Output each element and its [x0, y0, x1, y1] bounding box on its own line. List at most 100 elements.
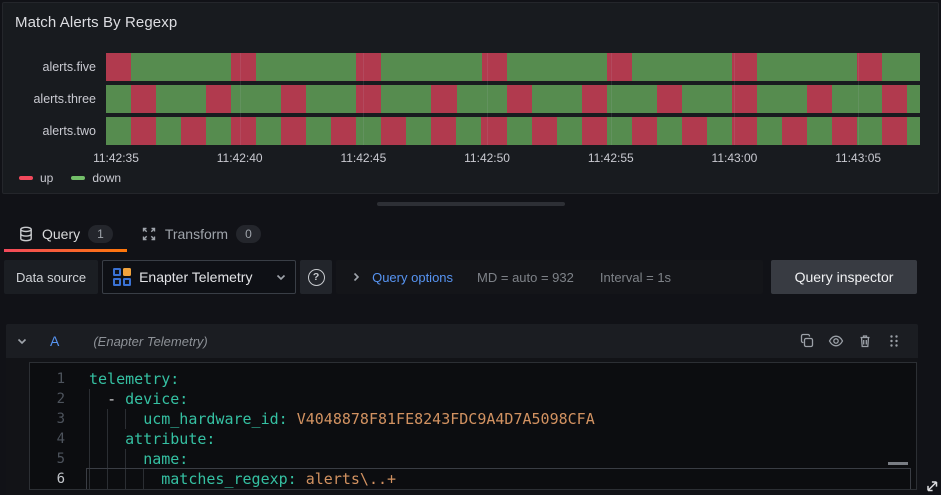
state-segment-up — [281, 85, 307, 113]
query-row-header[interactable]: A (Enapter Telemetry) — [6, 324, 918, 358]
query-toolbar: Data source Enapter Telemetry ? Query op… — [4, 260, 917, 294]
state-segment-down — [806, 117, 832, 145]
tab-query-count-badge: 1 — [88, 225, 113, 243]
state-segment-up — [531, 117, 557, 145]
tab-query[interactable]: Query 1 — [4, 216, 127, 252]
legend-label: up — [40, 171, 54, 185]
query-options-toggle[interactable]: Query options MD = auto = 932 Interval =… — [336, 260, 763, 294]
state-segment-up — [831, 117, 857, 145]
state-segment-up — [857, 53, 883, 81]
duplicate-query-icon[interactable] — [799, 333, 815, 349]
state-segment-up — [581, 117, 607, 145]
line-number: 1 — [56, 371, 65, 387]
line-number: 5 — [56, 451, 65, 467]
series-segments — [106, 85, 920, 113]
state-segment-up — [606, 53, 632, 81]
code-line: 6 matches_regexp: alerts\..+ — [30, 468, 916, 489]
timeline-panel: Match Alerts By Regexp alerts.five alerts… — [2, 2, 939, 194]
indent-guide — [89, 409, 90, 429]
max-data-points-text: MD = auto = 932 — [477, 269, 574, 285]
collapse-chevron-icon[interactable] — [16, 335, 28, 347]
state-segment-up — [656, 85, 682, 113]
line-number: 6 — [56, 471, 65, 487]
state-segment-up — [481, 117, 507, 145]
state-segment-down — [656, 117, 682, 145]
legend-swatch-up — [19, 176, 33, 180]
state-segment-down — [306, 117, 332, 145]
timeline-row: alerts.two — [3, 117, 938, 145]
pane-splitter-handle[interactable] — [376, 202, 565, 206]
indent-guide — [125, 469, 127, 489]
indent-guide — [89, 389, 90, 409]
drag-handle-grip-icon[interactable] — [886, 333, 902, 349]
state-segment-up — [181, 117, 207, 145]
state-segment-down — [631, 53, 733, 81]
line-content: ucm_hardware_id: V4048878F81FE8243FDC9A4… — [89, 409, 916, 429]
toggle-visibility-eye-icon[interactable] — [828, 333, 844, 349]
code-line: 4 attribute: — [30, 429, 916, 449]
code-line: 2 - device: — [30, 389, 916, 409]
line-content: - device: — [89, 389, 916, 409]
series-label: alerts.three — [33, 92, 96, 106]
series-label: alerts.five — [42, 60, 97, 74]
state-segment-up — [431, 117, 457, 145]
code-line: 1 telemetry: — [30, 369, 916, 389]
time-tick-label: 11:42:55 — [587, 151, 634, 165]
line-number: 4 — [56, 431, 65, 447]
state-timeline-chart: alerts.five alerts.three alerts.two 11:42:… — [3, 53, 938, 193]
state-segment-up — [731, 117, 757, 145]
datasource-select[interactable]: Enapter Telemetry — [102, 260, 297, 294]
timeline-plot-rows: alerts.five alerts.three alerts.two — [3, 53, 938, 145]
tab-label: Transform — [164, 226, 229, 242]
state-segment-down — [406, 117, 432, 145]
state-segment-up — [206, 85, 232, 113]
state-segment-up — [882, 85, 908, 113]
state-segment-up — [231, 53, 257, 81]
indent-guide — [89, 469, 90, 489]
tab-label: Query — [42, 226, 81, 242]
series-label: alerts.two — [42, 124, 97, 138]
tab-transform[interactable]: Transform 0 — [127, 216, 275, 252]
code-token-key: telemetry: — [89, 370, 180, 388]
delete-query-trash-icon[interactable] — [857, 333, 873, 349]
diagonal-resize-handle-icon[interactable] — [924, 478, 940, 494]
chevron-down-icon — [277, 274, 286, 281]
legend-label: down — [92, 171, 122, 185]
datasource-help-button[interactable]: ? — [300, 260, 333, 294]
timeline-row: alerts.three — [3, 85, 938, 113]
datasource-logo-icon — [113, 268, 132, 286]
series-segments — [106, 117, 920, 145]
time-tick-label: 11:43:05 — [835, 151, 882, 165]
time-tick-label: 11:43:00 — [711, 151, 758, 165]
legend: up down — [19, 171, 121, 185]
state-segment-up — [431, 85, 457, 113]
state-segment-down — [907, 85, 920, 113]
line-number: 2 — [56, 391, 65, 407]
legend-item-up[interactable]: up — [19, 171, 53, 185]
indent-guide — [125, 449, 127, 469]
indent-guide — [107, 429, 109, 449]
panel-title: Match Alerts By Regexp — [15, 14, 178, 31]
code-line: 5 name: — [30, 449, 916, 469]
state-segment-up — [281, 117, 307, 145]
state-segment-down — [381, 53, 482, 81]
query-inspector-button[interactable]: Query inspector — [771, 260, 917, 294]
code-editor[interactable]: 1 telemetry: 2 - device: 3 ucm_hardware_id:… — [29, 362, 917, 490]
legend-item-down[interactable]: down — [71, 171, 121, 185]
state-segment-up — [731, 85, 757, 113]
state-segment-down — [907, 117, 920, 145]
indent-guide — [143, 469, 145, 489]
state-segment-down — [456, 117, 482, 145]
state-segment-up — [231, 117, 257, 145]
timeline-row: alerts.five — [3, 53, 938, 81]
state-segment-up — [481, 53, 507, 81]
state-segment-down — [256, 53, 357, 81]
database-icon — [20, 226, 32, 242]
state-segment-down — [681, 85, 732, 113]
code-token-key: name: — [143, 450, 189, 468]
chevron-right-icon — [354, 272, 360, 282]
state-segment-down — [506, 117, 532, 145]
state-segment-down — [882, 53, 920, 81]
